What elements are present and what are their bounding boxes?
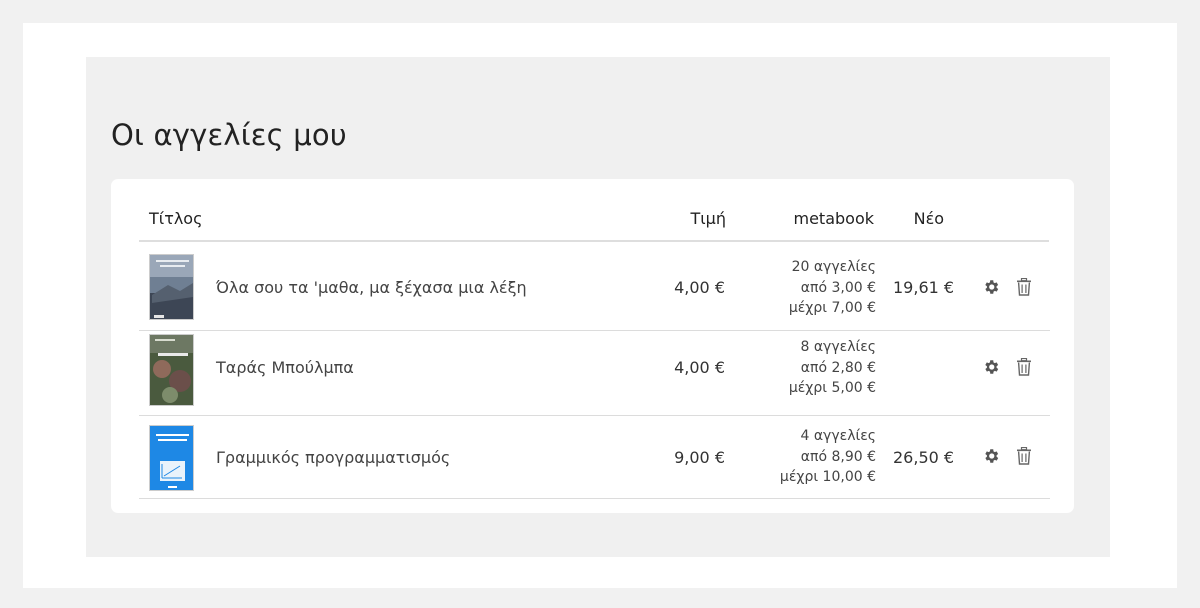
table-row: Όλα σου τα 'μαθα, μα ξέχασα μια λέξη 4,0… (139, 243, 1050, 331)
book-title-link[interactable]: Ταράς Μπούλμπα (216, 358, 354, 377)
gear-icon[interactable] (982, 447, 1000, 465)
metabook-min-price: από 2,80 € (800, 359, 876, 376)
new-price: 19,61 € (893, 278, 955, 297)
book-cover-art-3 (150, 426, 193, 490)
table-header: Τίτλος Τιμή metabook Νέο (139, 200, 1049, 242)
metabook-min-price: από 8,90 € (800, 448, 876, 465)
book-cover-image[interactable] (149, 334, 194, 406)
column-header-price[interactable]: Τιμή (690, 209, 726, 228)
metabook-max-price: μέχρι 5,00 € (788, 380, 876, 396)
listing-price: 9,00 € (674, 448, 725, 467)
table-row: Ταράς Μπούλμπα 4,00 € 8 αγγελίες από 2,8… (139, 332, 1050, 416)
gear-icon[interactable] (982, 278, 1000, 296)
gear-icon[interactable] (982, 358, 1000, 376)
book-title-link[interactable]: Όλα σου τα 'μαθα, μα ξέχασα μια λέξη (216, 278, 527, 297)
page-title: Οι αγγελίες μου (111, 118, 347, 152)
metabook-listings-link[interactable]: 8 αγγελίες (736, 337, 876, 358)
book-cover-art-1 (150, 255, 193, 319)
trash-icon[interactable] (1016, 447, 1032, 465)
metabook-info: 8 αγγελίες από 2,80 € μέχρι 5,00 € (736, 337, 876, 399)
column-header-metabook[interactable]: metabook (793, 209, 874, 228)
metabook-min-price: από 3,00 € (800, 279, 876, 296)
metabook-max-price: μέχρι 10,00 € (779, 469, 876, 485)
book-cover-image[interactable] (149, 425, 194, 491)
trash-icon[interactable] (1016, 278, 1032, 296)
book-cover-art-2 (150, 335, 193, 405)
new-price: 26,50 € (893, 448, 955, 467)
book-title-link[interactable]: Γραμμικός προγραμματισμός (216, 448, 450, 467)
metabook-info: 20 αγγελίες από 3,00 € μέχρι 7,00 € (736, 257, 876, 319)
listing-price: 4,00 € (674, 278, 725, 297)
table-row: Γραμμικός προγραμματισμός 9,00 € 4 αγγελ… (139, 416, 1050, 499)
trash-icon[interactable] (1016, 358, 1032, 376)
metabook-listings-link[interactable]: 20 αγγελίες (736, 257, 876, 278)
book-cover-image[interactable] (149, 254, 194, 320)
column-header-title[interactable]: Τίτλος (149, 209, 202, 228)
listing-price: 4,00 € (674, 358, 725, 377)
metabook-info: 4 αγγελίες από 8,90 € μέχρι 10,00 € (736, 426, 876, 488)
metabook-max-price: μέχρι 7,00 € (788, 300, 876, 316)
metabook-listings-link[interactable]: 4 αγγελίες (736, 426, 876, 447)
column-header-new[interactable]: Νέο (914, 209, 944, 228)
